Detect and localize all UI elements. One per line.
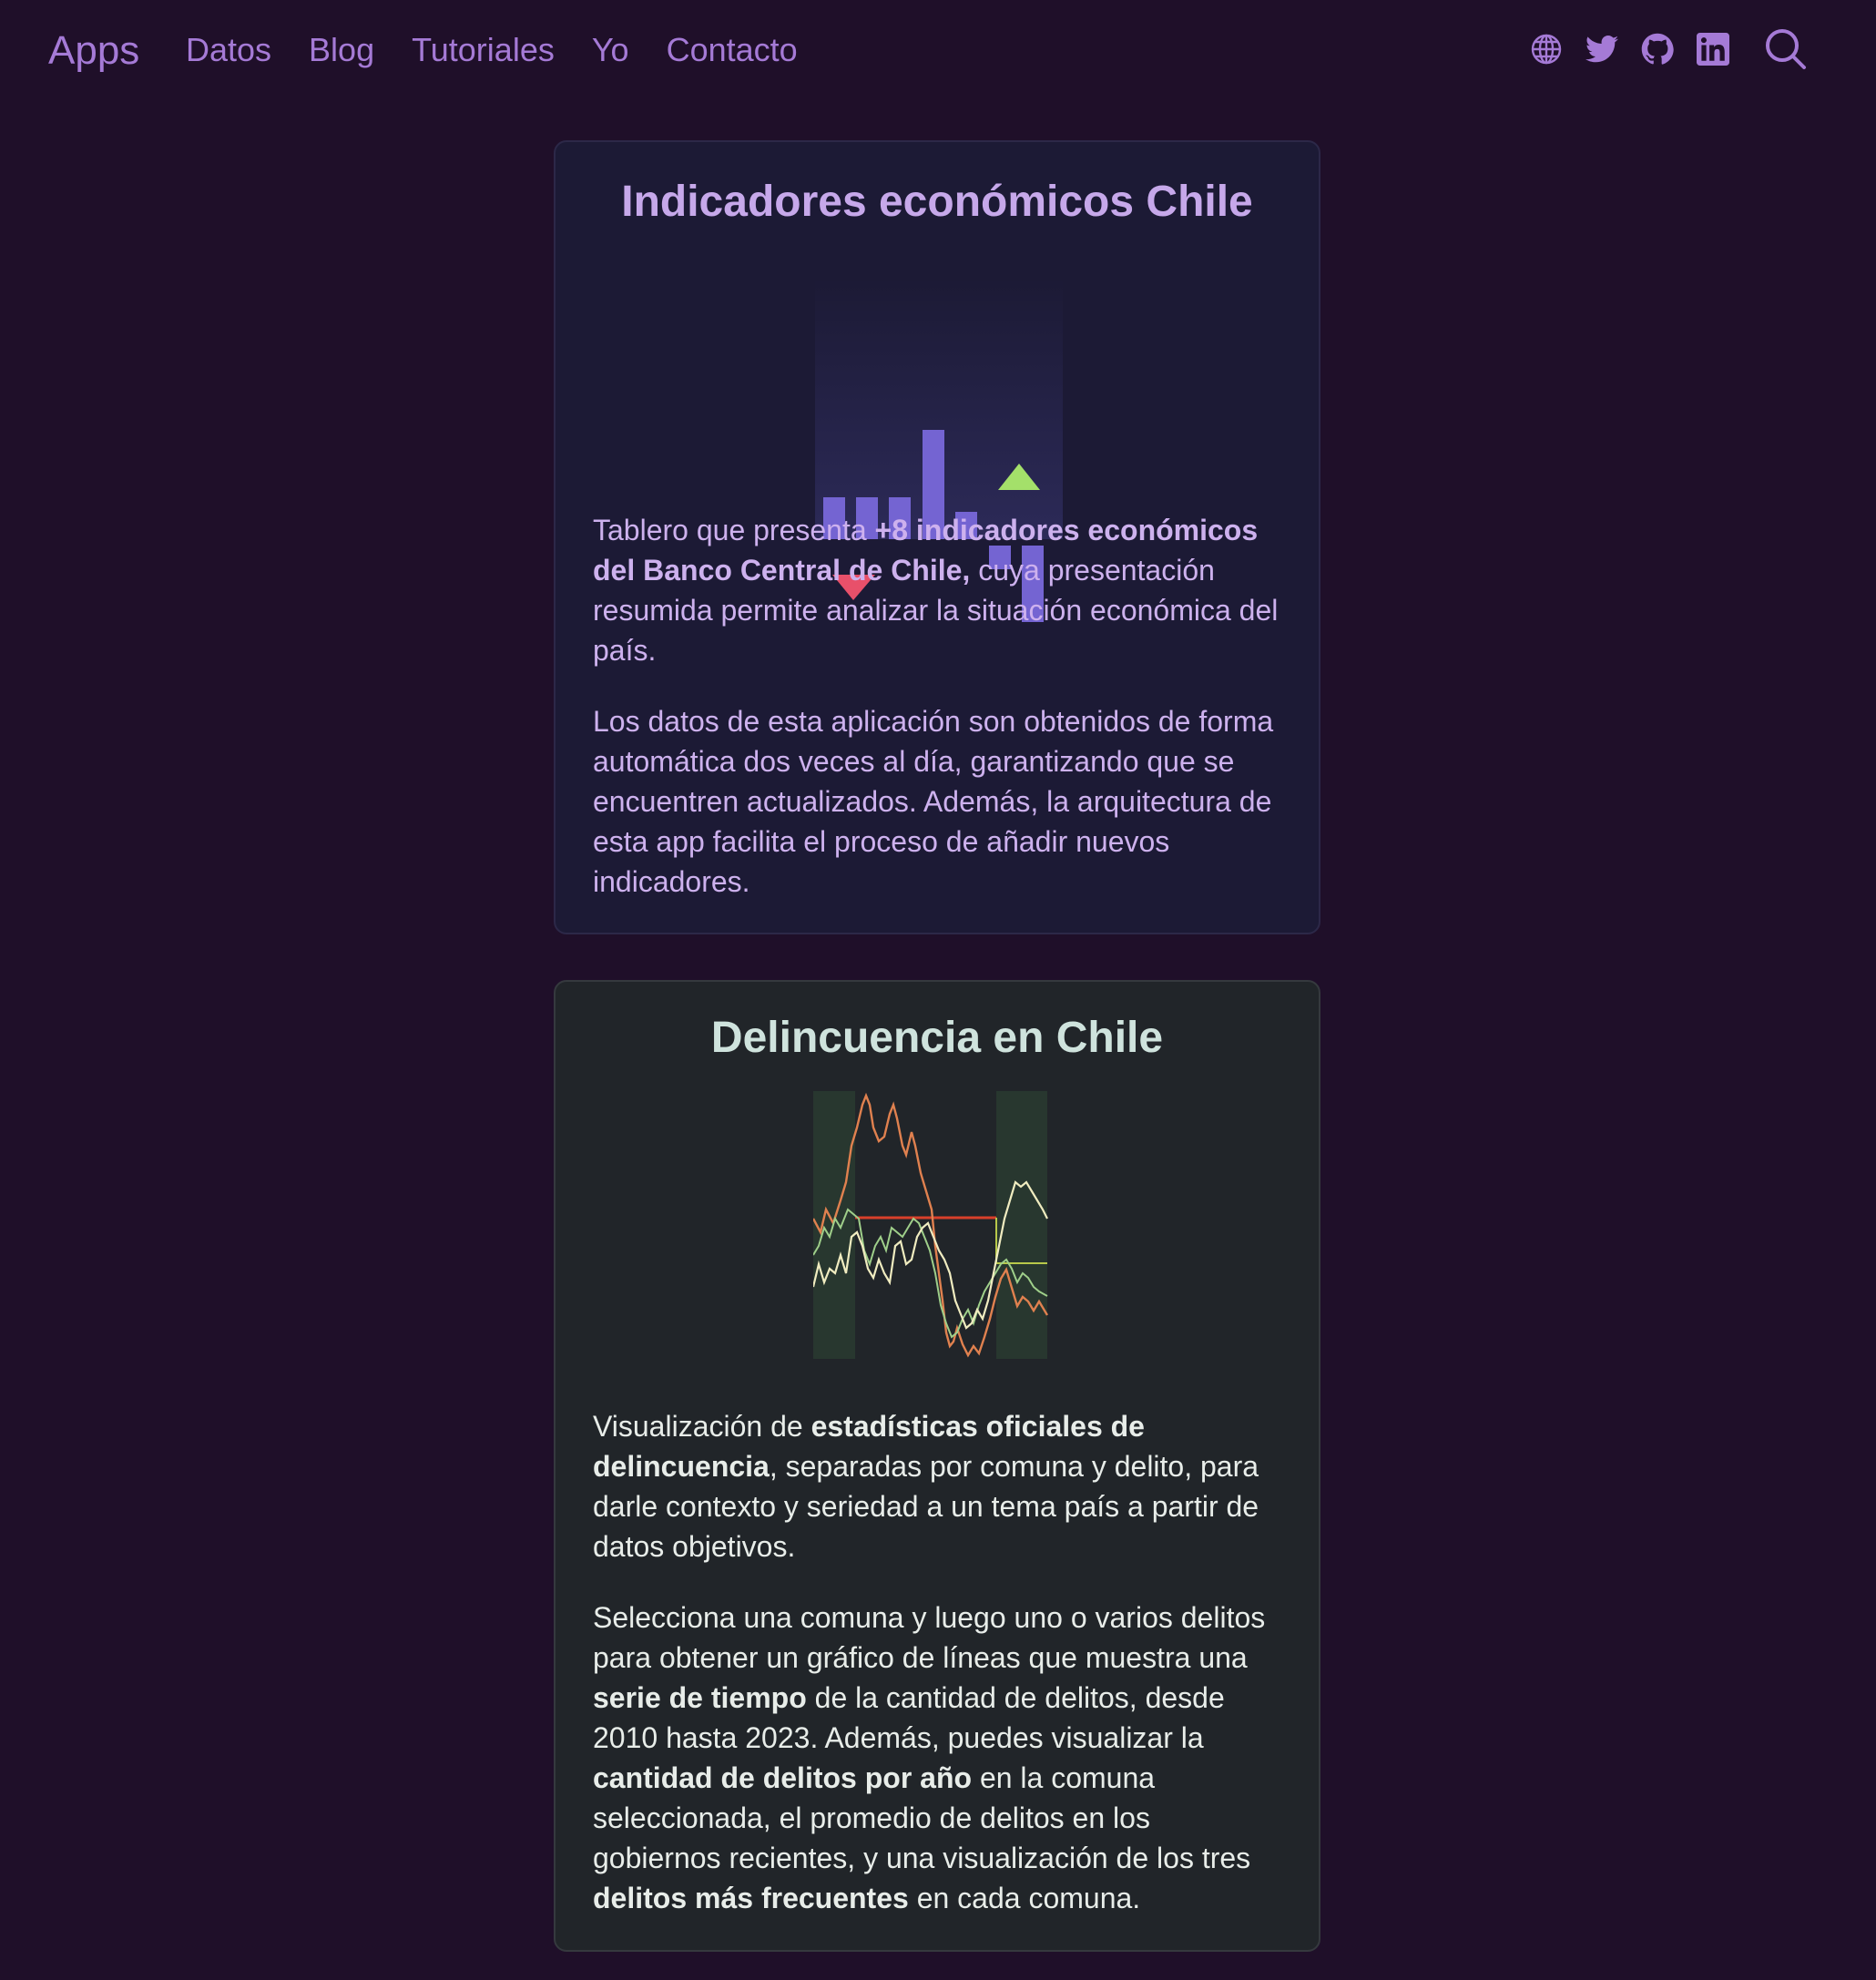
text: Selecciona una comuna y luego uno o vari… — [593, 1601, 1266, 1674]
nav-link-tutoriales[interactable]: Tutoriales — [412, 27, 555, 73]
text: Visualización de — [593, 1410, 811, 1443]
globe-icon[interactable] — [1529, 32, 1564, 66]
top-navbar: Apps Datos Blog Tutoriales Yo Contacto — [0, 0, 1876, 100]
nav-link-blog[interactable]: Blog — [309, 27, 374, 73]
linkedin-icon[interactable] — [1696, 32, 1730, 66]
nav-links: Datos Blog Tutoriales Yo Contacto — [186, 27, 835, 73]
bold-text: cantidad de delitos por año — [593, 1761, 973, 1794]
card-paragraph: Los datos de esta aplicación son obtenid… — [593, 701, 1285, 902]
card-paragraph: Visualización de estadísticas oficiales … — [593, 1406, 1285, 1567]
app-card-economic-indicators[interactable]: Indicadores económicos Chile Tablero que… — [554, 140, 1320, 934]
card-paragraph: Selecciona una comuna y luego uno o vari… — [593, 1597, 1285, 1918]
card-title[interactable]: Indicadores económicos Chile — [556, 177, 1319, 227]
card-paragraph: Tablero que presenta +8 indicadores econ… — [593, 510, 1285, 670]
nav-link-datos[interactable]: Datos — [186, 27, 271, 73]
twitter-icon[interactable] — [1585, 32, 1619, 66]
github-icon[interactable] — [1640, 32, 1675, 66]
nav-icons — [1529, 26, 1810, 73]
search-icon[interactable] — [1762, 26, 1810, 73]
brand-link[interactable]: Apps — [48, 26, 139, 77]
shaded-period — [813, 1091, 855, 1359]
crime-thumbnail[interactable] — [813, 1091, 1061, 1364]
text: en cada comuna. — [908, 1882, 1141, 1914]
text: Tablero que presenta — [593, 514, 875, 546]
text: Los datos de esta aplicación son obtenid… — [593, 705, 1274, 898]
app-card-crime[interactable]: Delincuencia en Chile Visualización de e… — [554, 980, 1320, 1952]
card-description: Tablero que presenta +8 indicadores econ… — [593, 510, 1285, 933]
nav-link-contacto[interactable]: Contacto — [667, 27, 798, 73]
nav-link-yo[interactable]: Yo — [592, 27, 629, 73]
bold-text: delitos más frecuentes — [593, 1882, 909, 1914]
bold-text: serie de tiempo — [593, 1681, 807, 1714]
card-description: Visualización de estadísticas oficiales … — [593, 1406, 1285, 1949]
card-title[interactable]: Delincuencia en Chile — [556, 1013, 1319, 1063]
